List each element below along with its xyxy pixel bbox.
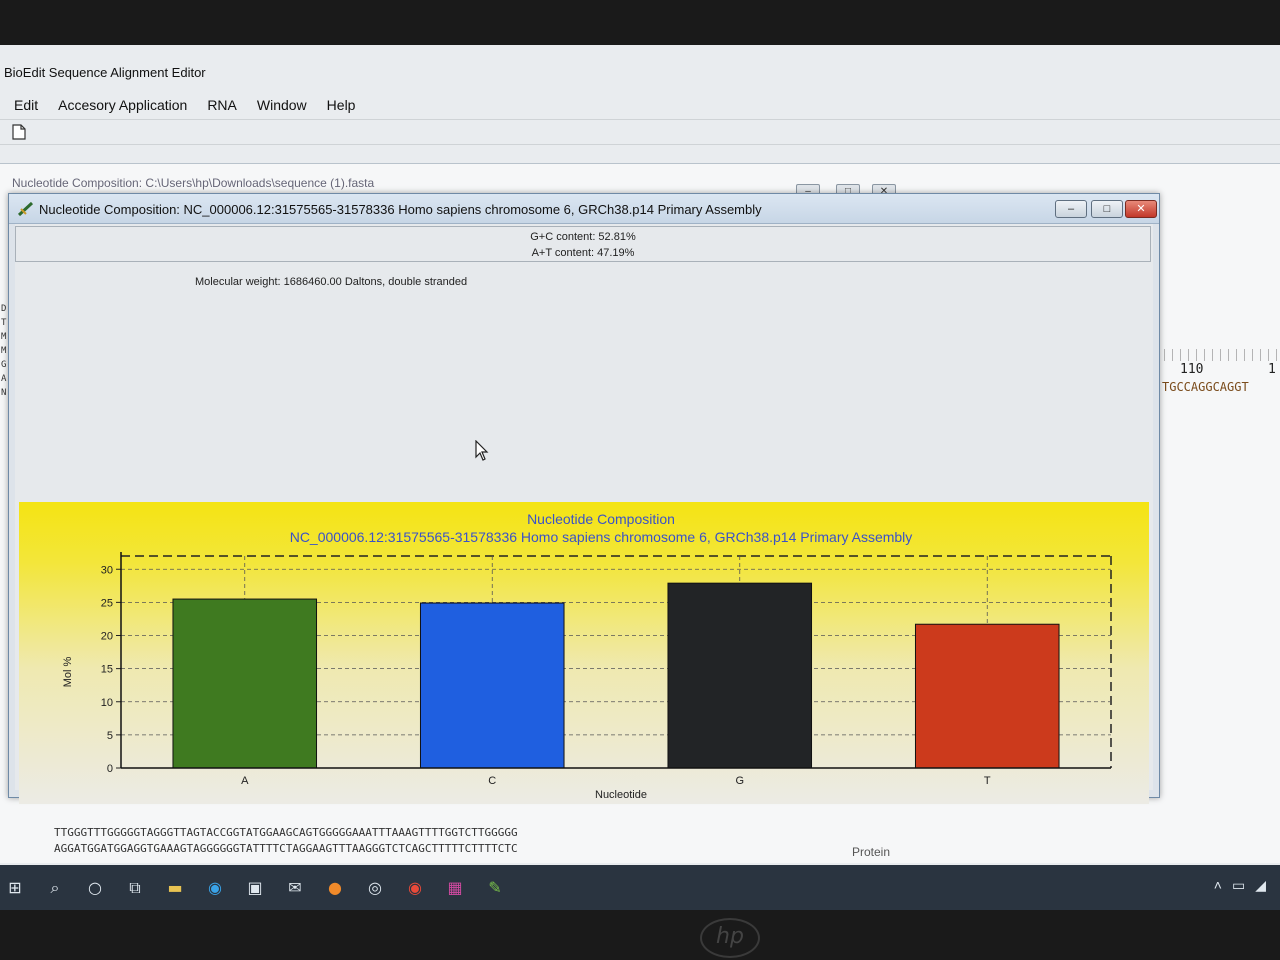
app-title: BioEdit Sequence Alignment Editor — [4, 65, 206, 80]
bioedit-taskbar-icon[interactable]: ✎ — [486, 878, 504, 897]
store-icon[interactable]: ▣ — [246, 878, 264, 897]
x-axis-label: Nucleotide — [595, 789, 647, 801]
at-content-text: A+T content: 47.19% — [531, 247, 635, 259]
firefox-icon[interactable]: ● — [326, 878, 344, 897]
close-button[interactable]: ✕ — [1125, 200, 1157, 218]
ruler-position-label-2: 1 — [1268, 362, 1276, 377]
mouse-pointer-icon — [475, 440, 489, 461]
windows-taskbar: ⊞ ⌕ ○ ⧉ ▬ ◉ ▣ ✉ ● ◎ ◉ ▦ ✎ ˄ ▭ ◢ — [0, 865, 1280, 910]
x-tick-label: C — [488, 775, 496, 787]
gc-content-text: G+C content: 52.81% — [530, 231, 636, 243]
network-icon[interactable]: ◢ — [1255, 877, 1266, 894]
bar-t — [914, 623, 1060, 769]
chevron-up-icon[interactable]: ˄ — [1214, 877, 1222, 894]
y-tick-label: 30 — [101, 564, 113, 576]
menu-accesory-application[interactable]: Accesory Application — [58, 97, 187, 113]
photos-icon[interactable]: ▦ — [446, 878, 464, 897]
bar-c — [419, 602, 565, 769]
bar-g — [667, 582, 813, 769]
y-tick-label: 0 — [107, 763, 113, 775]
y-tick-label: 25 — [101, 597, 113, 609]
composition-bar-chart: Nucleotide Composition NC_000006.12:3157… — [62, 511, 1112, 801]
y-tick-label: 10 — [101, 697, 113, 709]
screen: BioEdit Sequence Alignment Editor Edit A… — [0, 45, 1280, 910]
x-tick-label: A — [241, 775, 249, 787]
x-tick-label: G — [735, 775, 744, 787]
composition-chart-panel: Nucleotide Composition NC_000006.12:3157… — [19, 502, 1149, 804]
battery-icon[interactable]: ▭ — [1232, 877, 1245, 894]
minimize-button[interactable]: – — [1055, 200, 1087, 218]
sequence-lines: TTGGGTTTGGGGGTAGGGTTAGTACCGGTATGGAAGCAGT… — [0, 825, 1280, 865]
sequence-line: AGGATGGATGGAGGTGAAAGTAGGGGGGTATTTTCTAGGA… — [54, 842, 518, 855]
file-explorer-icon[interactable]: ▬ — [166, 878, 184, 897]
system-tray: ˄ ▭ ◢ — [1214, 877, 1266, 894]
x-axis: ACGT — [121, 767, 1111, 787]
y-axis-label: Mol % — [62, 657, 74, 688]
dialog-titlebar[interactable]: Nucleotide Composition: NC_000006.12:315… — [9, 194, 1159, 224]
y-tick-label: 15 — [101, 664, 113, 676]
y-tick-label: 5 — [107, 730, 113, 742]
maximize-button[interactable]: □ — [1091, 200, 1123, 218]
position-ruler — [1164, 349, 1280, 361]
hp-logo: hp — [700, 918, 760, 958]
new-file-icon[interactable] — [12, 124, 26, 140]
chrome-icon[interactable]: ◉ — [406, 878, 424, 897]
x-tick-label: T — [984, 775, 991, 787]
protein-label: Protein — [852, 845, 891, 859]
sequence-fragment: TGCCAGGCAGGT — [1162, 380, 1249, 394]
toolbar — [0, 119, 1280, 145]
edge-browser-icon[interactable]: ◉ — [206, 878, 224, 897]
app-icon[interactable]: ◎ — [366, 878, 384, 897]
bioedit-app-icon — [17, 201, 34, 217]
search-icon[interactable]: ⌕ — [46, 878, 64, 897]
mail-icon[interactable]: ✉ — [286, 878, 304, 897]
ruler-position-label: 110 — [1180, 362, 1204, 377]
chart-title: Nucleotide Composition — [527, 511, 675, 527]
content-summary-box: G+C content: 52.81% A+T content: 47.19% — [15, 226, 1151, 262]
chart-bars — [172, 582, 1060, 769]
y-tick-label: 20 — [101, 631, 113, 643]
nucleotide-composition-window: Nucleotide Composition: NC_000006.12:315… — [8, 193, 1160, 804]
menu-window[interactable]: Window — [257, 97, 307, 113]
windows-start-icon[interactable]: ⊞ — [6, 878, 24, 897]
sequence-line: TTGGGTTTGGGGGTAGGGTTAGTACCGGTATGGAAGCAGT… — [54, 826, 518, 839]
menu-help[interactable]: Help — [327, 97, 356, 113]
menu-edit[interactable]: Edit — [14, 97, 38, 113]
y-axis: 0 5 10 15 20 25 30 — [101, 552, 122, 775]
dialog-title: Nucleotide Composition: NC_000006.12:315… — [39, 202, 762, 217]
sequence-window-title: Nucleotide Composition: C:\Users\hp\Down… — [12, 176, 375, 190]
molecular-weight-text: Molecular weight: 1686460.00 Daltons, do… — [195, 276, 468, 288]
bar-a — [172, 598, 318, 769]
task-view-icon[interactable]: ⧉ — [126, 878, 144, 897]
menu-bar: Edit Accesory Application RNA Window Hel… — [0, 93, 1280, 117]
chart-subtitle: NC_000006.12:31575565-31578336 Homo sapi… — [290, 529, 913, 545]
cortana-icon[interactable]: ○ — [86, 878, 104, 897]
menu-rna[interactable]: RNA — [207, 97, 237, 113]
